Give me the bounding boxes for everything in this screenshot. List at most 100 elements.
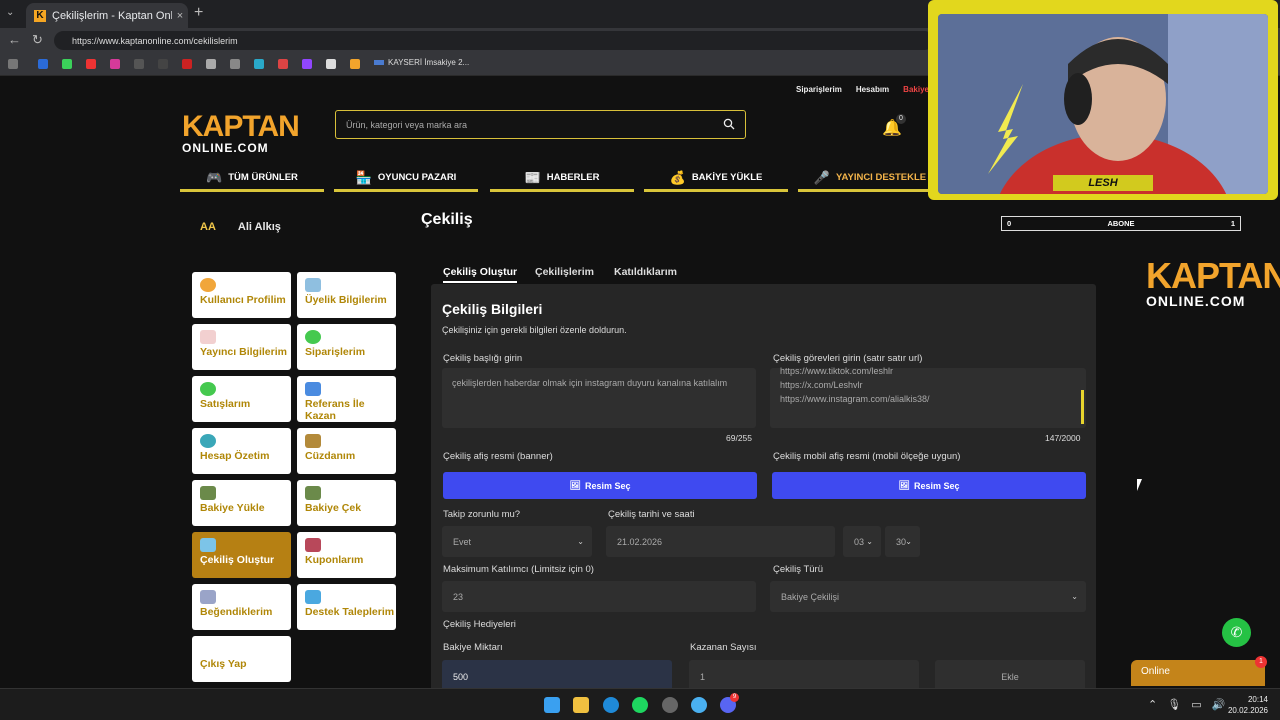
network-icon[interactable]: ▭ <box>1191 698 1201 711</box>
browser-tab[interactable]: K Çekilişlerim - Kaptan Online × <box>26 3 188 28</box>
search-icon[interactable] <box>723 118 735 130</box>
tab-my-giveaways[interactable]: Çekilişlerim <box>535 266 594 278</box>
whatsapp-icon[interactable]: ✆ <box>1222 618 1251 647</box>
banner-choose-button[interactable]: 🖼 Resim Seç <box>443 472 757 499</box>
windows-start-icon[interactable] <box>544 697 560 713</box>
menu-withdraw[interactable]: Bakiye Çek <box>297 480 396 526</box>
streamer-picture <box>938 14 1268 194</box>
bookmark-w-icon[interactable] <box>326 59 336 69</box>
menu-account-summary[interactable]: Hesap Özetim <box>192 428 291 474</box>
bookmark-r-icon[interactable] <box>38 59 48 69</box>
gamepad-icon: 🎮 <box>206 169 223 185</box>
system-tray: ⌃ 🎙 ▭ 🔊 <box>1148 698 1225 711</box>
app-icon[interactable] <box>691 697 707 713</box>
goal-start: 0 <box>1007 219 1012 228</box>
menu-favorites[interactable]: Beğendiklerim <box>192 584 291 630</box>
menu-load-balance[interactable]: Bakiye Yükle <box>192 480 291 526</box>
edge-icon[interactable] <box>603 697 619 713</box>
chevron-down-icon: ⌄ <box>905 537 912 546</box>
mobile-banner-choose-button[interactable]: 🖼 Resim Seç <box>772 472 1086 499</box>
tasks-scrollbar[interactable] <box>1081 390 1084 424</box>
clock[interactable]: 20:14 20.02.2026 <box>1226 694 1268 716</box>
menu-sales[interactable]: Satışlarım <box>192 376 291 422</box>
menu-wallet[interactable]: Cüzdanım <box>297 428 396 474</box>
hour-select[interactable]: 03 ⌄ <box>843 526 881 557</box>
clock-date: 20.02.2026 <box>1227 706 1268 715</box>
menu-support[interactable]: Destek Taleplerim <box>297 584 396 630</box>
tab-create-giveaway[interactable]: Çekiliş Oluştur <box>443 266 518 283</box>
title-label: Çekiliş başlığı girin <box>443 353 523 364</box>
chevron-up-icon[interactable]: ⌃ <box>1148 698 1157 711</box>
coupon-icon <box>305 538 321 552</box>
image-icon: 🖼 <box>898 480 910 490</box>
atm-icon <box>200 486 216 500</box>
menu-profile[interactable]: Kullanıcı Profilim <box>192 272 291 318</box>
nav-news[interactable]: 📰 HABERLER <box>490 166 634 192</box>
goal-end: 1 <box>1230 219 1235 228</box>
title-textarea[interactable]: çekilişlerden haberdar olmak için instag… <box>442 368 756 428</box>
follow-select[interactable]: Evet ⌄ <box>442 526 592 557</box>
nav-player-market[interactable]: 🏪 OYUNCU PAZARI <box>334 166 478 192</box>
bookmark-kick-icon[interactable] <box>62 59 72 69</box>
banner-label: Çekiliş afiş resmi (banner) <box>443 451 553 462</box>
date-input[interactable]: 21.02.2026 <box>606 526 835 557</box>
bookmark-kaptan-icon[interactable] <box>350 59 360 69</box>
menu-orders[interactable]: Siparişlerim <box>297 324 396 370</box>
file-explorer-icon[interactable] <box>573 697 589 713</box>
new-tab-icon[interactable]: + <box>194 4 203 22</box>
spotify-icon[interactable] <box>632 697 648 713</box>
menu-coupons[interactable]: Kuponlarım <box>297 532 396 578</box>
reload-icon[interactable]: ↻ <box>32 32 43 48</box>
subscriber-goal: 0 ABONE 1 <box>1001 216 1241 231</box>
chat-online-widget[interactable]: Online <box>1131 660 1265 686</box>
bookmark-red2-icon[interactable] <box>278 59 288 69</box>
max-participants-input[interactable]: 23 <box>442 581 756 612</box>
tab-search-icon[interactable]: ⌄ <box>6 7 14 18</box>
chevron-down-icon: ⌄ <box>1071 592 1078 601</box>
date-label: Çekiliş tarihi ve saati <box>608 509 695 520</box>
tasks-textarea[interactable]: https://www.tiktok.com/leshlr https://x.… <box>770 366 1086 428</box>
bookmark-x-icon[interactable] <box>158 59 168 69</box>
mic-icon[interactable]: 🎙 <box>1167 698 1181 711</box>
add-prize-button[interactable]: Ekle <box>935 660 1085 688</box>
type-select[interactable]: Bakiye Çekilişi ⌄ <box>770 581 1086 612</box>
menu-streamer-info[interactable]: Yayıncı Bilgilerim <box>192 324 291 370</box>
nav-support-streamer[interactable]: 🎤 YAYINCI DESTEKLE <box>798 166 942 192</box>
nav-balance[interactable]: 💰 BAKİYE YÜKLE <box>644 166 788 192</box>
top-link-account[interactable]: Hesabım <box>856 85 889 94</box>
menu-create-giveaway[interactable]: Çekiliş Oluştur <box>192 532 291 578</box>
address-bar[interactable]: https://www.kaptanonline.com/cekilisleri… <box>54 31 934 50</box>
search-input[interactable]: Ürün, kategori veya marka ara <box>335 110 746 139</box>
apps-icon[interactable] <box>8 59 18 69</box>
menu-logout[interactable]: Çıkış Yap <box>192 636 291 682</box>
notification-count: 0 <box>896 114 906 124</box>
wallet-icon <box>305 434 321 448</box>
winners-input[interactable]: 1 <box>689 660 919 688</box>
close-tab-icon[interactable]: × <box>172 10 188 22</box>
minute-select[interactable]: 30 ⌄ <box>885 526 920 557</box>
bookmark-twitch-icon[interactable] <box>302 59 312 69</box>
menu-referral[interactable]: Referans İle Kazan <box>297 376 396 422</box>
search-placeholder: Ürün, kategori veya marka ara <box>346 119 468 130</box>
bookmark-tiktok-icon[interactable] <box>134 59 144 69</box>
back-icon[interactable]: ← <box>8 32 21 47</box>
bookmark-youtube-icon[interactable] <box>86 59 96 69</box>
form-subtitle: Çekilişiniz için gerekli bilgileri özenl… <box>442 325 627 335</box>
bookmark-blue-icon[interactable] <box>254 59 264 69</box>
obs-icon[interactable] <box>662 697 678 713</box>
tab-joined[interactable]: Katıldıklarım <box>614 266 677 278</box>
nav-all-products[interactable]: 🎮 TÜM ÜRÜNLER <box>180 166 324 192</box>
bookmark-instagram-icon[interactable] <box>110 59 120 69</box>
form-title: Çekiliş Bilgileri <box>442 301 543 317</box>
volume-icon[interactable]: 🔊 <box>1212 698 1226 711</box>
site-logo[interactable]: KAPTAN ONLINE.COM <box>182 112 300 155</box>
menu-membership[interactable]: Üyelik Bilgilerim <box>297 272 396 318</box>
bookmark-github-icon[interactable] <box>230 59 240 69</box>
amount-input[interactable]: 500 <box>442 660 672 688</box>
bookmark-diamond-icon[interactable] <box>206 59 216 69</box>
top-link-orders[interactable]: Siparişlerim <box>796 85 842 94</box>
bookmark-red-icon[interactable] <box>182 59 192 69</box>
streamer-name: LESH <box>1053 175 1153 191</box>
bookmark-kayseri[interactable]: KAYSERİ İmsakiye 2... <box>374 58 469 67</box>
user-name: Ali Alkış <box>237 221 281 233</box>
